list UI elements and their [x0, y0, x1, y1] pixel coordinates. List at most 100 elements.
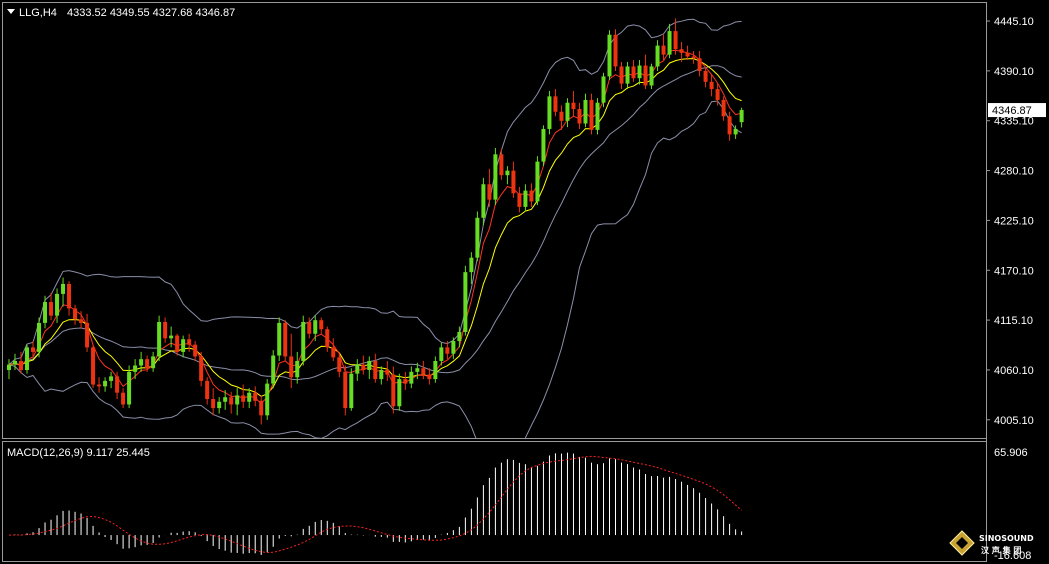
price-axis-label: 4390.10	[994, 66, 1034, 78]
candle-body	[49, 302, 54, 316]
price-axis-label: 4335.10	[994, 116, 1034, 128]
candle-body	[43, 302, 48, 323]
candle-body	[331, 347, 336, 358]
candle-body	[613, 34, 618, 67]
candle-body	[715, 89, 720, 100]
candle-body	[7, 364, 11, 371]
candle-body	[595, 102, 600, 130]
candle-body	[535, 161, 540, 202]
candle-body	[403, 379, 408, 384]
candle-body	[259, 400, 264, 416]
candle-body	[703, 70, 708, 82]
candle-body	[415, 368, 420, 372]
chart-window: 4445.10 4390.10 4335.10 4280.10 4225.10 4170.…	[0, 0, 1049, 564]
price-axis-label: 4060.10	[994, 365, 1034, 377]
candle-body	[451, 341, 456, 354]
candle-body	[367, 360, 372, 371]
candle-body	[457, 331, 462, 342]
candle-body	[211, 399, 216, 409]
candle-body	[487, 184, 492, 200]
candle-body	[727, 116, 732, 135]
candle-body	[193, 344, 198, 357]
candle-body	[439, 347, 444, 361]
candle-body	[61, 283, 66, 294]
candle-body	[517, 193, 522, 207]
candle-body	[397, 379, 402, 407]
candle-body	[229, 397, 234, 405]
candle-body	[685, 52, 690, 57]
candle-body	[511, 170, 516, 194]
candle-body	[121, 392, 126, 405]
candle-body	[277, 322, 282, 356]
candle-body	[391, 374, 396, 407]
candle-body	[565, 102, 570, 121]
candle-body	[289, 356, 294, 378]
candle-body	[673, 31, 678, 50]
candle-body	[199, 356, 204, 381]
candle-body	[643, 65, 648, 86]
candle-body	[493, 154, 498, 200]
candle-body	[655, 45, 660, 67]
candle-body	[361, 364, 366, 371]
candle-body	[691, 56, 696, 59]
candle-body	[631, 66, 636, 79]
logo-name: SINOSOUND	[979, 534, 1034, 543]
candle-body	[25, 347, 30, 371]
price-axis-label: 4280.10	[994, 166, 1034, 178]
candle-body	[481, 184, 486, 218]
candle-body	[661, 45, 666, 55]
candle-body	[241, 395, 246, 402]
candle-body	[247, 392, 252, 402]
candle-body	[67, 283, 72, 309]
candle-body	[55, 293, 60, 316]
candle-body	[709, 81, 714, 90]
candle-body	[103, 380, 108, 387]
candle-body	[601, 76, 606, 103]
candle-body	[373, 360, 378, 380]
candle-body	[475, 217, 480, 258]
candle-body	[523, 190, 528, 207]
candle-body	[637, 65, 642, 79]
candle-body	[205, 380, 210, 400]
price-axis: 4445.10 4390.10 4335.10 4280.10 4225.10 4170.…	[986, 16, 1034, 427]
candle-body	[37, 322, 42, 352]
candle-body	[145, 359, 150, 369]
candle-body	[421, 368, 426, 375]
price-axis-label: 4225.10	[994, 215, 1034, 227]
price-axis-label: 4445.10	[994, 16, 1034, 28]
candle-body	[283, 322, 288, 357]
candle-body	[217, 401, 222, 409]
candle-body	[445, 347, 450, 354]
candle-body	[301, 322, 306, 361]
candle-body	[319, 320, 324, 330]
candle-body	[625, 66, 630, 84]
candle-body	[13, 360, 18, 365]
chart-background	[0, 0, 1049, 564]
candle-body	[91, 347, 96, 385]
candle-body	[115, 376, 120, 393]
candle-body	[295, 360, 300, 378]
candle-body	[619, 66, 624, 84]
candle-body	[499, 154, 504, 176]
candle-body	[463, 272, 468, 332]
candle-body	[157, 322, 162, 357]
price-axis-label: 4005.10	[994, 415, 1034, 427]
candle-body	[175, 335, 180, 352]
candle-body	[589, 99, 594, 130]
candle-body	[379, 370, 384, 380]
candle-body	[607, 34, 612, 77]
candle-body	[79, 319, 84, 323]
candle-body	[109, 376, 114, 381]
macd-title: MACD(12,26,9) 9.117 25.445	[7, 447, 150, 459]
price-axis-label: 4115.10	[994, 315, 1033, 327]
candle-body	[349, 373, 354, 409]
candle-body	[253, 392, 258, 401]
candle-body	[505, 170, 510, 176]
candle-body	[325, 329, 330, 348]
candle-body	[355, 364, 360, 374]
candle-body	[313, 320, 318, 334]
candle-body	[541, 128, 546, 162]
macd-axis-max-label: 65.906	[994, 447, 1028, 459]
candle-body	[649, 66, 654, 86]
candle-body	[571, 102, 576, 110]
